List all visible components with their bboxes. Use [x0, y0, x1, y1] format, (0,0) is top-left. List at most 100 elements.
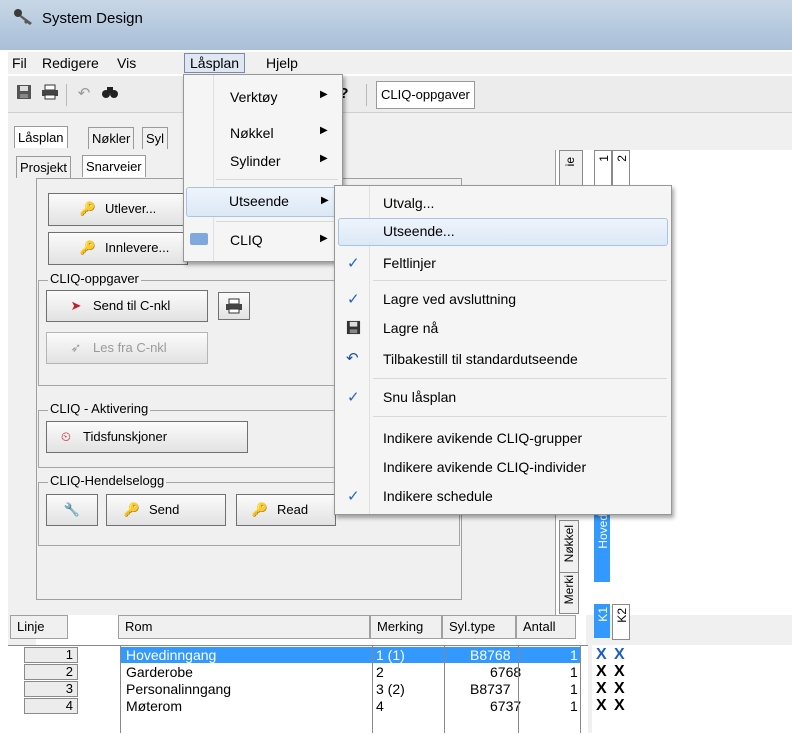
- menu-item-utseende-dialog-label: Utseende...: [383, 223, 455, 239]
- event-key-button[interactable]: 🔧: [46, 494, 98, 526]
- row-number[interactable]: 2: [24, 664, 78, 680]
- innlevere-label: Innlevere...: [105, 240, 170, 255]
- toolbar-separator: [366, 84, 367, 106]
- header-hoved-label: Hoved: [596, 514, 610, 549]
- menu-item-nokkel[interactable]: Nøkkel: [230, 125, 274, 141]
- save-icon[interactable]: [14, 84, 34, 104]
- time-functions-button[interactable]: ⏲ Tidsfunskjoner: [46, 421, 248, 453]
- grid-line: [120, 646, 121, 733]
- access-mark[interactable]: X: [614, 647, 625, 663]
- column-syltype[interactable]: Syl.type: [442, 615, 516, 639]
- tab-nokler[interactable]: Nøkler: [88, 127, 135, 149]
- send-to-cnkl-button[interactable]: ➤ Send til C-nkl: [46, 290, 208, 322]
- menu-separator: [373, 416, 667, 417]
- access-mark[interactable]: X: [596, 698, 607, 714]
- print-tasks-button[interactable]: [218, 292, 250, 320]
- menu-bar: Fil Redigere Vis Låsplan Hjelp: [8, 52, 792, 74]
- menu-item-sylinder[interactable]: Sylinder: [230, 153, 281, 169]
- tab-snarveier[interactable]: Snarveier: [82, 155, 146, 177]
- row-rom: Møterom: [126, 698, 182, 714]
- undo-icon[interactable]: ↶: [74, 84, 94, 104]
- row-merking: 3 (2): [376, 681, 405, 697]
- event-send-button[interactable]: 🔑 Send: [106, 494, 226, 526]
- row-number[interactable]: 1: [24, 647, 78, 663]
- cliq-event-log-group-label: CLIQ-Hendelselogg: [48, 473, 167, 488]
- send-arrow-icon: ➤: [70, 298, 82, 313]
- grid-line: [444, 646, 445, 733]
- read-from-cnkl-button[interactable]: ➶ Les fra C-nkl: [46, 332, 208, 364]
- access-mark[interactable]: X: [596, 647, 607, 663]
- menu-separator: [216, 179, 338, 180]
- send-to-cnkl-label: Send til C-nkl: [93, 298, 171, 313]
- key-header-k2[interactable]: K2: [612, 604, 630, 640]
- row-antall: 1: [570, 681, 578, 697]
- tab-lasplan[interactable]: Låsplan: [14, 126, 68, 148]
- app-key-icon: [14, 9, 32, 25]
- cliq-activation-group-label: CLIQ - Aktivering: [48, 401, 151, 416]
- access-mark[interactable]: X: [614, 698, 625, 714]
- header-partial-label: ie: [563, 157, 577, 167]
- column-merking[interactable]: Merking: [370, 615, 442, 639]
- access-mark[interactable]: X: [596, 664, 607, 680]
- cliq-tasks-button[interactable]: CLIQ-oppgaver: [376, 81, 475, 109]
- column-header-2-label: 2: [615, 155, 629, 162]
- send-key-icon: 🔑: [123, 502, 141, 517]
- tab-prosjekt[interactable]: Prosjekt: [16, 156, 71, 178]
- grid-line: [372, 646, 373, 733]
- menu-fil[interactable]: Fil: [12, 55, 27, 71]
- menu-item-save-now[interactable]: Lagre nå: [383, 320, 438, 336]
- header-merki: Merki: [559, 572, 579, 614]
- find-icon[interactable]: [100, 84, 120, 104]
- menu-item-save-on-exit[interactable]: Lagre ved avsluttning: [383, 291, 516, 307]
- access-mark[interactable]: X: [596, 681, 607, 697]
- menu-item-cliq[interactable]: CLIQ: [230, 232, 263, 248]
- menu-vis[interactable]: Vis: [117, 55, 136, 71]
- column-rom[interactable]: Rom: [118, 615, 370, 639]
- toolbar: ↶ ? CLIQ-oppgaver: [8, 76, 792, 113]
- submenu-arrow-icon: ▶: [320, 89, 328, 100]
- lasplan-menu: Verktøy ▶ Nøkkel ▶ Sylinder ▶ Utseende ▶…: [183, 74, 343, 262]
- menu-item-reset-default[interactable]: Tilbakestill til standardutseende: [383, 351, 578, 367]
- menu-item-utvalg[interactable]: Utvalg...: [383, 195, 434, 211]
- event-read-button[interactable]: 🔑 Read: [236, 494, 336, 526]
- check-icon: ✓: [347, 255, 360, 272]
- column-antall[interactable]: Antall: [516, 615, 576, 639]
- key-icon: 🔧: [63, 502, 81, 517]
- row-merking: 1 (1): [376, 647, 405, 663]
- menu-item-utseende-dialog[interactable]: Utseende...: [338, 218, 668, 246]
- menu-separator: [373, 378, 667, 379]
- submenu-arrow-icon: ▶: [320, 153, 328, 164]
- menu-item-utseende-label: Utseende: [229, 193, 289, 209]
- access-mark[interactable]: X: [614, 681, 625, 697]
- row-merking: 4: [376, 698, 384, 714]
- grid-line: [580, 646, 581, 733]
- time-functions-label: Tidsfunskjoner: [83, 429, 168, 444]
- submenu-arrow-icon: ▶: [320, 233, 328, 244]
- menu-item-verktoy[interactable]: Verktøy: [230, 89, 277, 105]
- menu-item-indicate-schedule[interactable]: Indikere schedule: [383, 488, 493, 504]
- menu-item-indicate-groups[interactable]: Indikere avikende CLIQ-grupper: [383, 430, 582, 446]
- utlever-button[interactable]: 🔑 Utlever...: [48, 193, 188, 226]
- read-key-icon: 🔑: [251, 502, 269, 517]
- row-number[interactable]: 3: [24, 681, 78, 697]
- key-out-icon: 🔑: [79, 201, 97, 216]
- menu-item-feltlinjer[interactable]: Feltlinjer: [383, 255, 436, 271]
- tab-syl[interactable]: Syl: [142, 127, 169, 149]
- print-icon: [226, 298, 242, 314]
- check-icon: ✓: [347, 389, 360, 406]
- menu-hjelp[interactable]: Hjelp: [266, 55, 298, 71]
- innlevere-button[interactable]: 🔑 Innlevere...: [48, 232, 188, 265]
- row-number[interactable]: 4: [24, 698, 78, 714]
- menu-redigere[interactable]: Redigere: [42, 55, 99, 71]
- header-nokkel-label: Nøkkel: [562, 525, 576, 563]
- header-merki-label: Merki: [562, 575, 576, 605]
- menu-item-flip-plan[interactable]: Snu låsplan: [383, 389, 456, 405]
- menu-item-indicate-individuals[interactable]: Indikere avikende CLIQ-individer: [383, 459, 586, 475]
- key-in-icon: 🔑: [79, 240, 97, 255]
- print-icon[interactable]: [40, 84, 60, 104]
- access-mark[interactable]: X: [614, 664, 625, 680]
- menu-lasplan[interactable]: Låsplan: [184, 53, 246, 73]
- key-header-k1[interactable]: K1: [594, 604, 610, 638]
- menu-item-utseende[interactable]: Utseende ▶: [186, 187, 340, 217]
- column-linje[interactable]: Linje: [10, 615, 68, 639]
